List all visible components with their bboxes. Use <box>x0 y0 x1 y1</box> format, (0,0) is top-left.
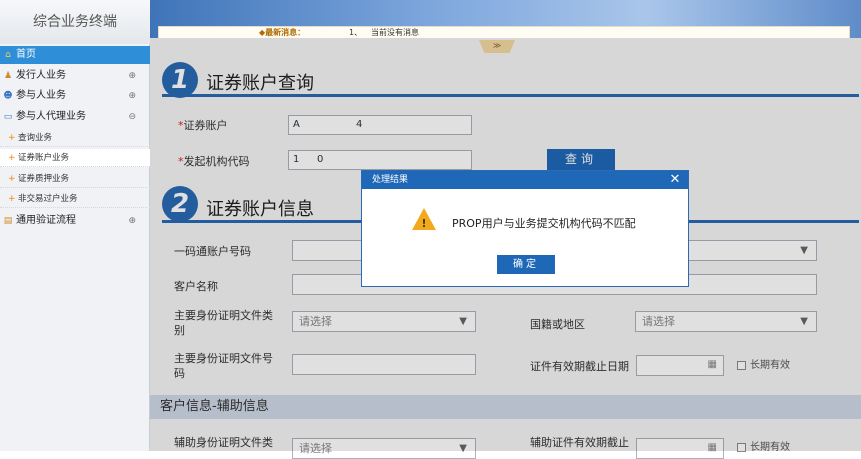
expand-icon[interactable]: ⊕ <box>128 67 136 85</box>
sidebar-subitem-pledge[interactable]: + 证券质押业务 <box>0 170 150 188</box>
ok-button[interactable]: 确定 <box>497 255 555 274</box>
sidebar-item-verification[interactable]: ▤ 通用验证流程 ⊕ <box>0 212 150 230</box>
sidebar-item-label: 参与人业务 <box>16 90 66 101</box>
result-dialog: 处理结果 ✕ ! PROP用户与业务提交机构代码不匹配 确定 <box>361 170 689 287</box>
sidebar-item-home[interactable]: ⌂ 首页 <box>0 46 150 64</box>
expand-icon[interactable]: ⊕ <box>128 212 136 230</box>
sidebar-item-label: 发行人业务 <box>16 70 66 81</box>
person-icon: ♟ <box>3 71 13 81</box>
sidebar-item-label: 首页 <box>16 49 36 60</box>
brand-title: 综合业务终端 <box>0 0 150 44</box>
dialog-title: 处理结果 <box>362 171 688 189</box>
sidebar-item-label: 通用验证流程 <box>16 215 76 226</box>
card-icon: ▤ <box>3 216 13 226</box>
sidebar-item-label: 查询业务 <box>18 133 53 143</box>
collapse-icon[interactable]: ⊖ <box>128 108 136 126</box>
bullet-icon: + <box>8 153 16 163</box>
bullet-icon: + <box>8 133 16 143</box>
warning-mark: ! <box>421 217 427 230</box>
home-icon: ⌂ <box>5 50 11 60</box>
sidebar-subitem-securities-account[interactable]: + 证券账户业务 <box>0 149 150 167</box>
sidebar-item-issuer[interactable]: ♟ 发行人业务 ⊕ <box>0 67 150 85</box>
bullet-icon: + <box>8 174 16 184</box>
sidebar-item-label: 参与人代理业务 <box>16 111 86 122</box>
sidebar-item-label: 非交易过户业务 <box>18 194 78 204</box>
sidebar-subitem-non-trade-transfer[interactable]: + 非交易过户业务 <box>0 190 150 208</box>
sidebar-item-agent[interactable]: ▭ 参与人代理业务 ⊖ <box>0 108 150 126</box>
monitor-icon: ▭ <box>3 112 13 122</box>
expand-icon[interactable]: ⊕ <box>128 87 136 105</box>
dialog-message: PROP用户与业务提交机构代码不匹配 <box>452 217 636 230</box>
sidebar-item-label: 证券账户业务 <box>18 153 70 163</box>
users-icon: ☻ <box>3 91 13 101</box>
sidebar-subitem-query[interactable]: + 查询业务 <box>0 129 150 147</box>
sidebar-item-participant[interactable]: ☻ 参与人业务 ⊕ <box>0 87 150 105</box>
sidebar-item-label: 证券质押业务 <box>18 174 70 184</box>
sidebar: 综合业务终端 ⌂ 首页 ♟ 发行人业务 ⊕ ☻ 参与人业务 ⊕ ▭ 参与人代理业… <box>0 0 150 451</box>
close-icon[interactable]: ✕ <box>668 171 682 189</box>
bullet-icon: + <box>8 194 16 204</box>
